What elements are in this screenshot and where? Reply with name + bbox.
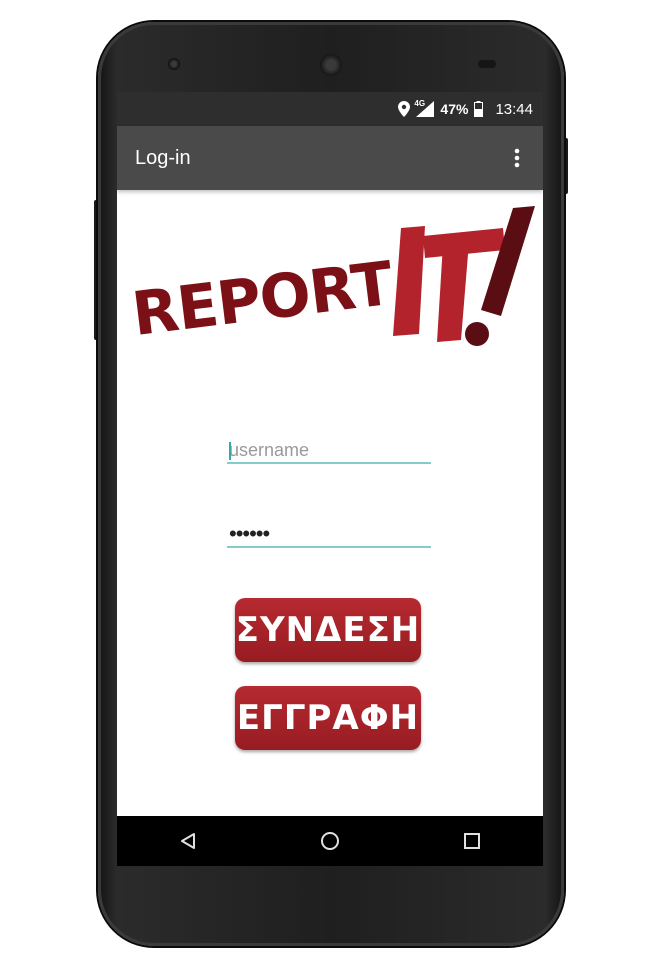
logo-it-mark (393, 206, 535, 346)
location-icon (398, 101, 411, 117)
earpiece-speaker (320, 54, 342, 76)
register-button-label: ΕΓΓΡΑΦΗ (236, 698, 420, 738)
battery-percent: 47% (440, 101, 469, 117)
recents-icon[interactable] (442, 816, 502, 866)
login-button[interactable]: ΣΥΝΔΕΣΗ (235, 598, 421, 662)
screen: 4G 47% 13:44 Log-in REPORT username ••••… (117, 92, 543, 866)
overflow-menu-icon[interactable] (505, 146, 529, 170)
password-value: •••••• (229, 521, 270, 546)
battery-icon (474, 101, 484, 117)
front-camera (168, 58, 180, 70)
register-button[interactable]: ΕΓΓΡΑΦΗ (235, 686, 421, 750)
navigation-bar (117, 816, 543, 866)
password-field[interactable]: •••••• (227, 521, 431, 548)
status-bar: 4G 47% 13:44 (117, 92, 543, 126)
home-icon[interactable] (300, 816, 360, 866)
clock: 13:44 (495, 100, 533, 118)
login-button-label: ΣΥΝΔΕΣΗ (235, 610, 421, 650)
status-icons: 4G 47% 13:44 (398, 92, 533, 126)
proximity-sensor (478, 60, 496, 68)
back-icon[interactable] (158, 816, 218, 866)
username-input[interactable] (227, 438, 431, 464)
text-cursor (229, 442, 231, 460)
signal-icon: 4G (414, 99, 435, 117)
network-type: 4G (414, 99, 426, 108)
page-title: Log-in (135, 147, 191, 169)
reportit-logo: REPORT (128, 200, 541, 360)
app-bar: Log-in (117, 126, 543, 190)
